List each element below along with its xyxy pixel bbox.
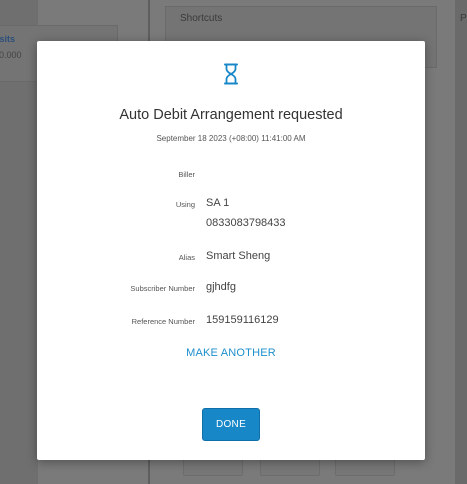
alias-value: Smart Sheng (206, 250, 271, 262)
using-label: Using (175, 200, 195, 209)
using-account-number: 0833083798433 (206, 217, 286, 229)
background-shortcuts-label: Shortcuts (180, 13, 223, 24)
background-deposits-amount: 00.000 (0, 50, 22, 60)
make-another-link[interactable]: MAKE ANOTHER (37, 347, 425, 359)
subscriber-number-label: Subscriber Number (130, 284, 195, 293)
confirmation-dialog: Auto Debit Arrangement requested Septemb… (37, 41, 425, 460)
subscriber-number-value: gjhdfg (206, 281, 236, 293)
alias-label: Alias (178, 253, 195, 262)
background-right-column (455, 0, 467, 484)
hourglass-icon (224, 63, 238, 85)
reference-number-label: Reference Number (131, 317, 195, 326)
dialog-title: Auto Debit Arrangement requested (119, 107, 343, 123)
done-button[interactable]: DONE (202, 408, 260, 441)
using-account-name: SA 1 (206, 197, 230, 209)
request-timestamp: September 18 2023 (+08:00) 11:41:00 AM (156, 134, 306, 143)
reference-number-value: 159159116129 (206, 314, 279, 326)
background-deposits-label: osits (0, 34, 16, 44)
background-right-label: P (460, 13, 467, 24)
biller-label: Biller (178, 170, 195, 179)
